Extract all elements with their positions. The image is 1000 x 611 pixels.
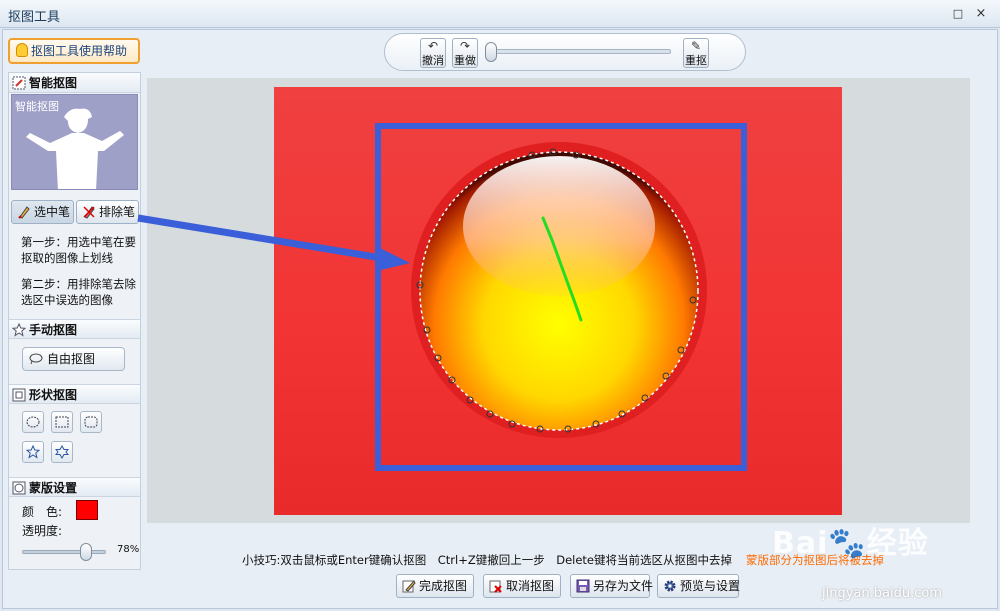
help-button[interactable]: 抠图工具使用帮助 [8,38,140,64]
exclude-pen-label: 排除笔 [99,205,136,219]
shape-cutout-heading: 形状抠图 [9,384,140,404]
mask-icon [12,481,26,495]
shape-frame-icon [12,388,26,402]
lasso-icon [29,353,43,365]
mask-color-label: 颜 色: [22,505,63,519]
cancel-cutout-button[interactable]: 取消抠图 [483,574,561,598]
undo-button[interactable]: ↶ 撤消 [420,38,446,68]
step2-text: 第二步：用排除笔去除选区中误选的图像 [21,277,136,307]
gear-icon [664,580,676,592]
step1-text: 第一步：用选中笔在要抠取的图像上划线 [21,235,136,265]
exclude-pen-button[interactable]: 排除笔 [76,200,139,224]
ellipse-select-button[interactable] [22,411,44,433]
mask-settings-heading: 蒙版设置 [9,477,140,497]
star6-select-icon [55,445,69,459]
preview-settings-label: 预览与设置 [680,579,741,593]
maximize-icon[interactable]: □ [950,6,966,22]
manual-cutout-heading: 手动抠图 [9,319,140,339]
redraw-label: 重抠 [685,54,707,67]
help-button-label: 抠图工具使用帮助 [31,44,128,58]
finish-pen-icon [402,580,416,593]
lightbulb-icon [16,43,28,57]
star-outline-icon [12,323,26,337]
close-icon[interactable]: × [973,6,989,22]
manual-cutout-title: 手动抠图 [29,323,78,337]
select-pen-button[interactable]: 选中笔 [11,200,74,224]
redo-label: 重做 [454,54,476,67]
magic-select-icon [12,76,26,90]
floppy-disk-icon [576,579,590,593]
smart-cutout-title: 智能抠图 [29,76,78,90]
select-pen-label: 选中笔 [34,205,71,219]
save-as-file-label: 另存为文件 [593,579,654,593]
undo-label: 撤消 [422,54,444,67]
cancel-cutout-label: 取消抠图 [506,579,555,593]
thumbnail-label: 智能抠图 [15,100,59,113]
free-cutout-button[interactable]: 自由抠图 [22,347,125,371]
baidu-watermark: Bai🐾经验 [772,518,929,562]
free-cutout-label: 自由抠图 [47,352,96,366]
rectangle-select-icon [55,416,69,428]
redraw-button[interactable]: ✎ 重抠 [683,38,709,68]
ellipse-select-icon [26,416,40,428]
star5-select-button[interactable] [22,441,44,463]
shape-cutout-title: 形状抠图 [29,388,78,402]
window-title: 抠图工具 [8,10,61,25]
mask-color-swatch[interactable] [76,500,98,520]
smart-cutout-heading: 智能抠图 [9,73,140,93]
tip-text: 小技巧:双击鼠标或Enter键确认抠图 Ctrl+Z键撤回上一步 Delete键… [242,553,732,567]
finish-cutout-label: 完成抠图 [419,579,468,593]
redraw-pen-icon: ✎ [690,39,702,53]
rectangle-select-button[interactable] [51,411,73,433]
finish-cutout-button[interactable]: 完成抠图 [396,574,474,598]
history-slider-thumb[interactable] [485,42,497,62]
edited-image[interactable] [274,87,842,515]
save-as-file-button[interactable]: 另存为文件 [570,574,654,598]
opacity-value: 78% [117,544,140,555]
redo-icon: ↷ [459,39,471,53]
watermark-logo: Bai🐾经验 [772,526,929,561]
star5-select-icon [26,445,40,459]
watermark-url: jingyan.baidu.com [822,586,942,601]
top-toolbar: ↶ 撤消 ↷ 重做 ✎ 重抠 [384,33,746,71]
undo-icon: ↶ [427,39,439,53]
mask-opacity-label: 透明度: [22,524,63,538]
cancel-icon [489,580,502,593]
select-pen-icon [18,206,30,219]
opacity-slider-thumb[interactable] [80,543,92,561]
history-slider-track[interactable] [493,49,671,54]
title-bar: 抠图工具 □ × [0,0,1000,28]
smart-cutout-thumbnail: 智能抠图 [11,94,138,190]
opacity-slider-track[interactable] [22,550,106,554]
rounded-rectangle-select-button[interactable] [80,411,102,433]
rounded-rectangle-select-icon [84,416,98,428]
redo-button[interactable]: ↷ 重做 [452,38,478,68]
preview-settings-button[interactable]: 预览与设置 [657,574,741,598]
mask-settings-title: 蒙版设置 [29,481,78,495]
left-panel: 智能抠图 智能抠图 选中笔 排除笔 第一步：用选中笔在要抠取的图像上划线 第二步… [8,72,141,570]
exclude-pen-icon [83,206,95,219]
star6-select-button[interactable] [51,441,73,463]
